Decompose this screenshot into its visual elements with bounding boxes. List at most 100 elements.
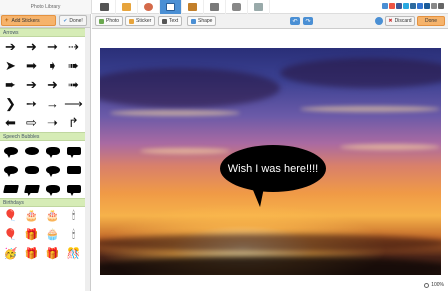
birthday-sticker[interactable]: 🥳 xyxy=(0,245,21,264)
arrow-sticker[interactable]: ➤ xyxy=(0,56,21,75)
add-stickers-button[interactable]: + Add Stickers xyxy=(1,15,56,26)
speech-bubble-sticker[interactable] xyxy=(0,160,21,179)
speech-bubble-sticker[interactable] xyxy=(0,179,21,198)
speech-bubble-sticker[interactable] xyxy=(63,141,84,160)
arrow-sticker[interactable]: ➟ xyxy=(63,75,84,94)
speech-bubble-sticker[interactable] xyxy=(63,160,84,179)
speech-bubble-sticker[interactable] xyxy=(21,179,42,198)
cloud-shape xyxy=(100,68,280,108)
cloud-shape xyxy=(100,256,441,275)
text-icon[interactable] xyxy=(204,0,226,14)
birthday-sticker[interactable]: 🎊 xyxy=(63,245,84,264)
cloud-shape xyxy=(340,144,440,150)
frame-icon[interactable] xyxy=(160,0,182,14)
speech-bubble-sticker[interactable] xyxy=(42,160,63,179)
sticker-panel-header: + Add Stickers ✔ Done! xyxy=(0,14,90,28)
shape-tool-button[interactable]: Shape xyxy=(187,16,217,26)
arrow-sticker[interactable]: → xyxy=(42,94,63,113)
stumbleupon-icon[interactable] xyxy=(389,3,395,9)
birthday-sticker[interactable]: 🎁 xyxy=(42,245,63,264)
speech-bubble-sticker[interactable] xyxy=(21,141,42,160)
zoom-level: 100% xyxy=(431,282,444,288)
arrow-sticker[interactable]: ➙ xyxy=(21,94,42,113)
arrow-sticker[interactable]: ❯ xyxy=(0,94,21,113)
delicious-icon[interactable] xyxy=(417,3,423,9)
sticker-tool-button[interactable]: Sticker xyxy=(125,16,156,26)
shape-tool-label: Shape xyxy=(198,18,213,24)
myspace-icon[interactable] xyxy=(410,3,416,9)
email-icon[interactable] xyxy=(431,3,437,9)
birthday-sticker[interactable]: 🎁 xyxy=(21,226,42,245)
speech-bubble-sticker[interactable] xyxy=(63,179,84,198)
birthday-sticker[interactable]: 🎂 xyxy=(42,207,63,226)
gear-icon[interactable] xyxy=(375,17,383,25)
arrow-sticker[interactable]: ➠ xyxy=(63,56,84,75)
birthday-sticker[interactable]: 🎈 xyxy=(0,226,21,245)
arrow-sticker[interactable]: ⬅ xyxy=(0,113,21,132)
arrow-sticker[interactable]: ➞ xyxy=(42,37,63,56)
arrow-sticker[interactable]: ➜ xyxy=(21,37,42,56)
arrow-sticker[interactable]: ↱ xyxy=(63,113,84,132)
photo-tool-button[interactable]: Photo xyxy=(95,16,124,26)
birthday-sticker[interactable]: 🎂 xyxy=(21,207,42,226)
sticker-panel: + Add Stickers ✔ Done! Arrows ➔ ➜ ➞ ⇢ ➤ ➡ ➧ ➠ ➨ ➔… xyxy=(0,14,91,291)
cloud-shape xyxy=(100,234,441,252)
speech-bubble[interactable]: Wish I was here!!!! xyxy=(220,145,326,192)
sticker-list: Arrows ➔ ➜ ➞ ⇢ ➤ ➡ ➧ ➠ ➨ ➔ ➜ ➟ ❯ ➙ → ⟶ ⬅ ⇨ ➝ ↱ Speech Bubbl… xyxy=(0,28,85,291)
done-button[interactable]: Done xyxy=(417,16,445,26)
arrow-sticker[interactable]: ➔ xyxy=(0,37,21,56)
arrow-sticker[interactable]: ➝ xyxy=(42,113,63,132)
sticker-icon[interactable] xyxy=(226,0,248,14)
twitter-icon[interactable] xyxy=(403,3,409,9)
speech-bubble-sticker[interactable] xyxy=(0,141,21,160)
photo-icon xyxy=(99,18,104,24)
birthday-sticker[interactable]: 🧁 xyxy=(42,226,63,245)
birthday-sticker[interactable]: 🕯 xyxy=(63,226,84,245)
text-tool-button[interactable]: Text xyxy=(158,16,183,26)
birthday-sticker[interactable]: 🎁 xyxy=(21,245,42,264)
arrow-sticker[interactable]: ➨ xyxy=(0,75,21,94)
save-icon[interactable] xyxy=(248,0,270,14)
birthday-sticker[interactable]: 🎈 xyxy=(0,207,21,226)
arrow-sticker[interactable]: ⇢ xyxy=(63,37,84,56)
camera-icon[interactable] xyxy=(94,0,116,14)
birthday-sticker[interactable]: 🕯 xyxy=(63,207,84,226)
section-header-birthdays[interactable]: Birthdays xyxy=(0,198,85,207)
facebook-icon[interactable] xyxy=(396,3,402,9)
arrow-sticker[interactable]: ➔ xyxy=(21,75,42,94)
shape-tool-icon xyxy=(191,18,196,24)
arrow-sticker[interactable]: ⟶ xyxy=(63,94,84,113)
text-tool-icon xyxy=(162,18,167,24)
shapes-icon[interactable] xyxy=(182,0,204,14)
share-icons xyxy=(382,3,444,9)
speech-bubble-text[interactable]: Wish I was here!!!! xyxy=(228,163,318,175)
workspace: Wish I was here!!!! xyxy=(92,29,448,281)
done-label: Done xyxy=(425,18,437,24)
digg-icon[interactable] xyxy=(424,3,430,9)
app-title: Photo Library xyxy=(0,0,92,14)
sticker-panel-scrollbar[interactable] xyxy=(85,28,90,291)
edit-toolbar: Photo Sticker Text Shape ↶ ↷ ✖ Discard D… xyxy=(92,14,448,29)
zoom-control[interactable]: 100% xyxy=(424,282,444,288)
speech-bubble-sticker[interactable] xyxy=(21,160,42,179)
sunset-photo[interactable]: Wish I was here!!!! xyxy=(100,48,441,275)
section-header-arrows[interactable]: Arrows xyxy=(0,28,85,37)
undo-icon[interactable]: ↶ xyxy=(290,17,300,25)
speech-bubble-sticker[interactable] xyxy=(42,141,63,160)
speech-bubble-sticker[interactable] xyxy=(42,179,63,198)
discard-icon: ✖ xyxy=(388,18,393,24)
section-header-speech-bubbles[interactable]: Speech Bubbles xyxy=(0,132,85,141)
discard-button[interactable]: ✖ Discard xyxy=(385,16,415,26)
person-icon[interactable] xyxy=(138,0,160,14)
arrow-sticker[interactable]: ➡ xyxy=(21,56,42,75)
done-stickers-button[interactable]: ✔ Done! xyxy=(59,15,87,26)
tools-icon[interactable] xyxy=(116,0,138,14)
arrow-sticker[interactable]: ➧ xyxy=(42,56,63,75)
arrow-sticker[interactable]: ⇨ xyxy=(21,113,42,132)
sticker-tool-icon xyxy=(129,18,134,24)
redo-icon[interactable]: ↷ xyxy=(303,17,313,25)
print-icon[interactable] xyxy=(438,3,444,9)
arrow-sticker[interactable]: ➜ xyxy=(42,75,63,94)
info-icon[interactable] xyxy=(382,3,388,9)
top-bar: Photo Library xyxy=(0,0,448,14)
